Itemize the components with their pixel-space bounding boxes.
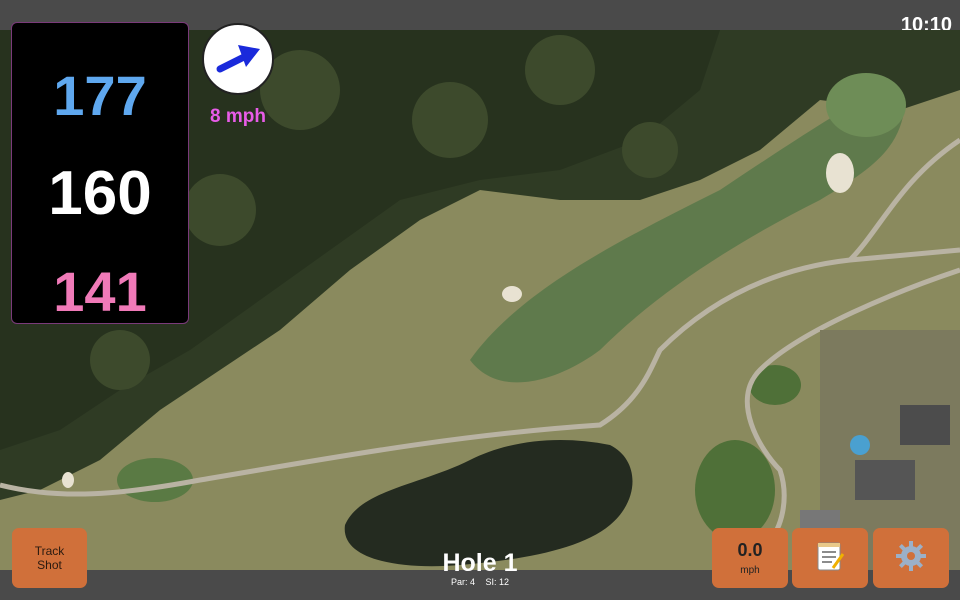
- track-shot-label: Track Shot: [34, 544, 65, 572]
- hole-par: Par: 4: [450, 577, 475, 587]
- wind-arrow-icon: [202, 23, 274, 95]
- distance-back: 177: [53, 64, 147, 127]
- gear-icon: [895, 540, 927, 577]
- hole-si: SI: 12: [485, 577, 510, 587]
- hole-info: Par: 4 SI: 12: [380, 577, 580, 587]
- notes-button[interactable]: [792, 528, 868, 588]
- speed-value: 0.0: [737, 540, 763, 560]
- wind-speed: 8 mph: [210, 106, 266, 127]
- distance-panel: 177 160 141: [11, 22, 189, 324]
- settings-button[interactable]: [873, 528, 949, 588]
- notepad-icon: [815, 540, 845, 577]
- speed-button[interactable]: 0.0 mph: [712, 528, 788, 588]
- track-shot-button[interactable]: Track Shot: [12, 528, 87, 588]
- distance-middle: 160: [48, 159, 152, 228]
- distance-front: 141: [53, 260, 147, 323]
- hole-title: Hole 1: [442, 549, 518, 577]
- speed-unit: mph: [740, 565, 760, 576]
